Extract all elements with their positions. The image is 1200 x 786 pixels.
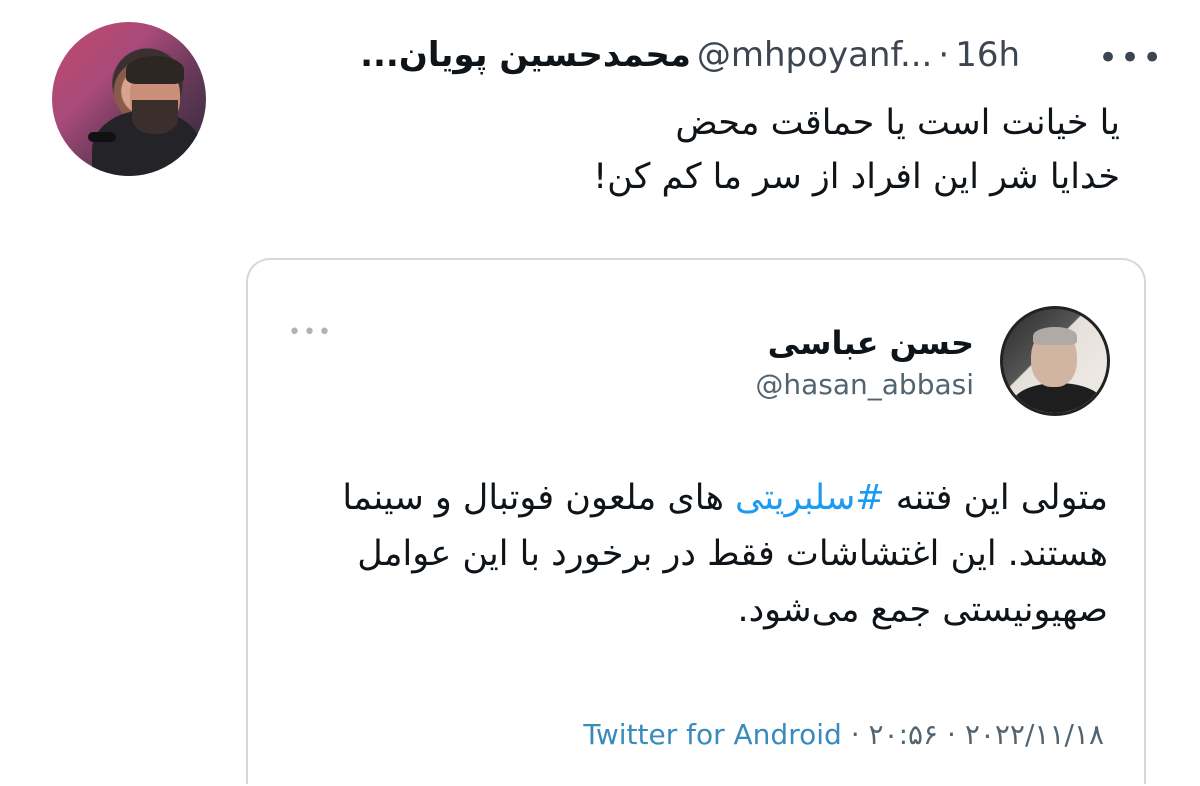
- author-handle[interactable]: @mhpoyanf...: [697, 35, 932, 75]
- header-separator: ·: [938, 35, 950, 75]
- tweet-source-link[interactable]: Twitter for Android: [583, 718, 841, 751]
- meta-separator: ·: [850, 718, 860, 751]
- avatar-hair: [126, 56, 184, 84]
- quoted-tweet-meta: Twitter for Android · ۲۰:۵۶ · ۲۰۲۲/۱۱/۱۸: [583, 718, 1104, 751]
- quoted-tweet-card[interactable]: ••• حسن عباسی @hasan_abbasi متولی این فت…: [246, 258, 1146, 784]
- quoted-author-handle[interactable]: @hasan_abbasi: [755, 368, 974, 401]
- meta-separator: ·: [947, 718, 956, 751]
- quoted-author-avatar[interactable]: [1000, 306, 1110, 416]
- quoted-tweet-time: ۲۰:۵۶: [868, 718, 939, 751]
- author-display-name[interactable]: محمدحسین پویان...: [360, 35, 691, 75]
- tweet-timestamp[interactable]: 16h: [955, 35, 1020, 75]
- avatar-beard: [132, 100, 178, 134]
- tweet-text-line-2: خدایا شر این افراد از سر ما کم کن!: [593, 157, 1120, 197]
- avatar-suit: [1013, 383, 1103, 413]
- quote-more-options-icon[interactable]: •••: [288, 320, 333, 345]
- avatar-hair: [1033, 327, 1077, 345]
- quoted-tweet-text: متولی این فتنه #سلبریتی های ملعون فوتبال…: [278, 470, 1108, 638]
- microphone-icon: [88, 132, 116, 142]
- tweet-header: محمدحسین پویان... @mhpoyanf... · 16h: [360, 30, 1020, 80]
- quoted-text-before-hashtag: متولی این فتنه: [895, 478, 1108, 518]
- quoted-tweet-date: ۲۰۲۲/۱۱/۱۸: [964, 718, 1104, 751]
- tweet-text-line-1: یا خیانت است یا حماقت محض: [675, 103, 1120, 143]
- tweet-text: یا خیانت است یا حماقت محض خدایا شر این ا…: [220, 96, 1120, 204]
- quoted-author-display-name[interactable]: حسن عباسی: [768, 324, 974, 362]
- more-options-icon[interactable]: •••: [1098, 38, 1164, 78]
- hashtag-link[interactable]: #سلبریتی: [735, 478, 885, 518]
- author-avatar[interactable]: [52, 22, 206, 176]
